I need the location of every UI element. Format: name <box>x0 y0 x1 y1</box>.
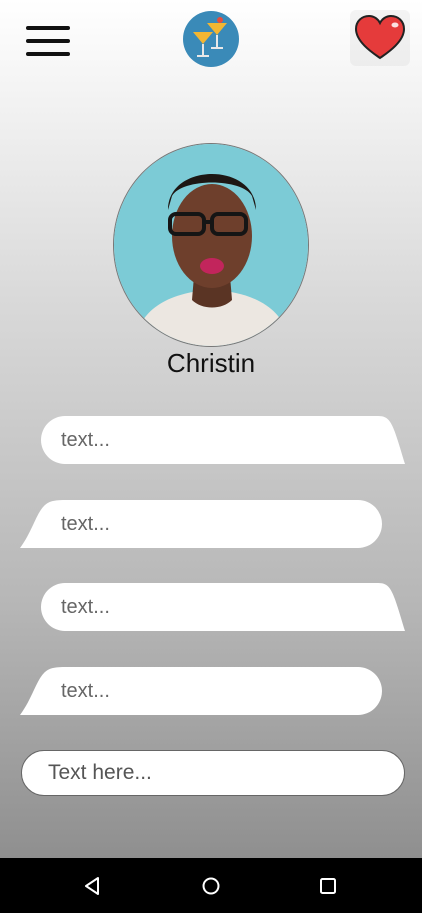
recents-square-icon <box>320 877 336 894</box>
cocktail-glasses-icon <box>182 10 240 68</box>
profile-name: Christin <box>166 348 256 378</box>
message-bubble: text... <box>41 583 405 631</box>
hamburger-icon-line <box>26 39 70 43</box>
profile-photo <box>113 143 309 347</box>
message-bubble: text... <box>20 500 382 548</box>
favorite-button[interactable] <box>350 10 410 66</box>
heart-icon <box>354 14 406 60</box>
back-triangle-icon <box>85 876 99 895</box>
home-circle-icon <box>202 877 220 894</box>
screen-edge <box>422 0 430 913</box>
message-text: text... <box>61 429 110 451</box>
chat-screen: Christin text... text... text... text... <box>0 0 422 913</box>
message-text: text... <box>61 513 110 535</box>
home-button[interactable] <box>181 858 241 913</box>
message-bubble: text... <box>20 667 382 715</box>
message-input[interactable] <box>21 750 405 796</box>
message-text: text... <box>61 596 110 618</box>
hamburger-icon-line <box>26 52 70 56</box>
hamburger-icon <box>26 26 70 30</box>
message-bubble: text... <box>41 416 405 464</box>
menu-button[interactable] <box>26 24 72 58</box>
system-navigation-bar <box>0 858 422 913</box>
message-text: text... <box>61 680 110 702</box>
recents-button[interactable] <box>298 858 358 913</box>
back-button[interactable] <box>63 858 123 913</box>
